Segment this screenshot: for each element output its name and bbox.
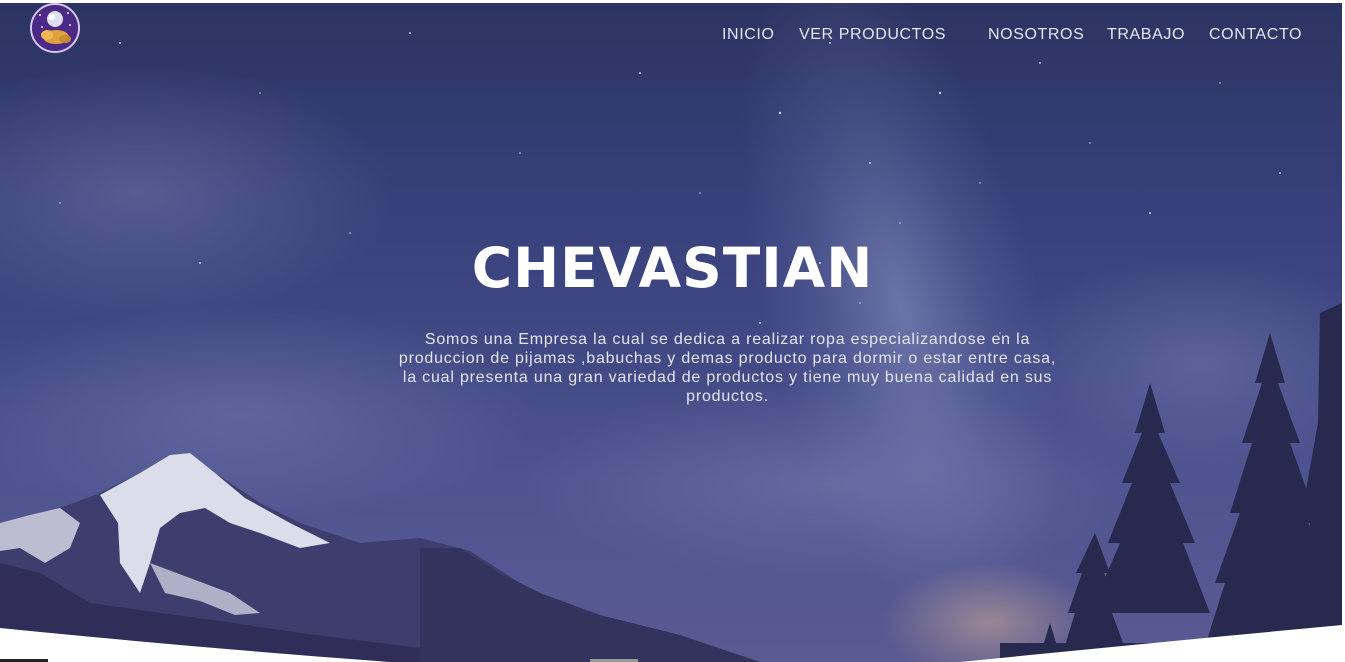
main-nav: INICIO VER PRODUCTOS NOSOTROS TRABAJO CO… [0,26,1342,50]
hero-description-line: Somos una Empresa la cual se dedica a re… [424,331,1031,348]
hero-description-line: produccion de pijamas ,babuchas y demas … [398,350,1057,367]
nav-item-trabajo[interactable]: TRABAJO [1107,26,1185,44]
hero-description-line: la cual presenta una gran variedad de pr… [402,369,1053,386]
hero-description: Somos una Empresa la cual se dedica a re… [355,330,1100,406]
hero-title: CHEVASTIAN [471,236,874,300]
nav-item-contacto[interactable]: CONTACTO [1209,26,1302,44]
nav-item-ver-productos[interactable]: VER PRODUCTOS [799,26,946,44]
hero-description-line: productos. [686,388,769,405]
nav-item-inicio[interactable]: INICIO [722,26,775,44]
nav-item-nosotros[interactable]: NOSOTROS [988,26,1084,44]
